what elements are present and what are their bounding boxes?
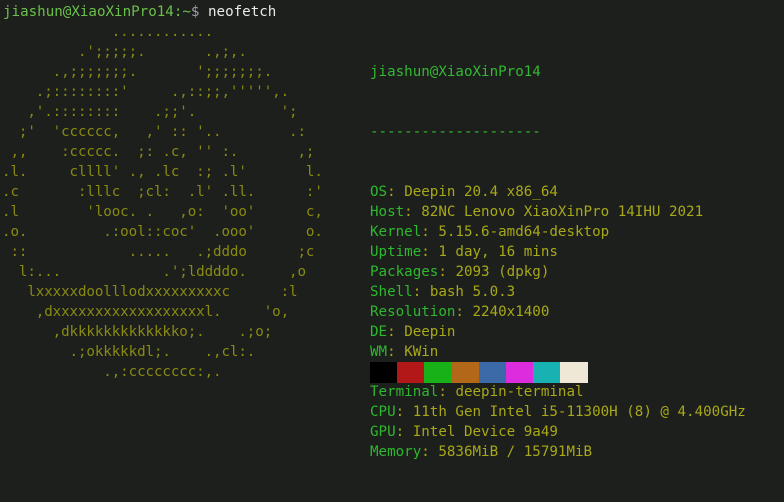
system-info: jiashun@XiaoXinPro14 -------------------… [370, 22, 746, 502]
info-value: deepin-terminal [455, 384, 584, 400]
logo-line: ............ [2, 24, 214, 40]
logo-line: .,;;;;;;;. ';;;;;;;. [2, 64, 273, 80]
info-key: CPU [370, 404, 396, 420]
info-row-resolution: Resolution: 2240x1400 [370, 302, 746, 322]
logo-line: .o. .:ool::coc' .ooo' o. [2, 224, 323, 240]
info-header: jiashun@XiaoXinPro14 [370, 64, 541, 80]
info-colon: : [387, 344, 405, 360]
info-key: Packages [370, 264, 439, 280]
info-colon: : [412, 284, 430, 300]
info-colon: : [387, 184, 405, 200]
info-value: 11th Gen Intel i5-11300H (8) @ 4.400GHz [412, 404, 746, 420]
prompt-command: neofetch [208, 4, 277, 20]
info-value: 5836MiB / 15791MiB [438, 444, 593, 460]
info-key: Terminal [370, 384, 439, 400]
terminal-window[interactable]: jiashun@XiaoXinPro14:~$ neofetch .......… [0, 0, 784, 460]
color-swatch [478, 362, 506, 383]
info-row-terminal: Terminal: deepin-terminal [370, 382, 746, 402]
color-swatch [560, 362, 588, 383]
info-colon: : [421, 444, 439, 460]
logo-line: .';;;;;. .,;,. [2, 44, 247, 60]
info-row-gpu: GPU: Intel Device 9a49 [370, 422, 746, 442]
info-row-uptime: Uptime: 1 day, 16 mins [370, 242, 746, 262]
info-value: 5.15.6-amd64-desktop [438, 224, 610, 240]
color-swatch [533, 362, 561, 383]
info-row-kernel: Kernel: 5.15.6-amd64-desktop [370, 222, 746, 242]
info-row-wm: WM: KWin [370, 342, 746, 362]
deepin-ascii-logo: ............ .';;;;;. .,;,. .,;;;;;;;. '… [2, 22, 323, 382]
logo-line: .c :lllc ;cl: .l' .ll. :' [2, 184, 323, 200]
color-swatch [424, 362, 452, 383]
info-key: Host [370, 204, 405, 220]
info-colon: : [438, 384, 456, 400]
info-colon: : [387, 324, 405, 340]
info-colon: : [421, 224, 439, 240]
logo-line: .,:cccccccc:,. [2, 364, 222, 380]
color-palette [370, 362, 588, 383]
logo-line: .l. cllll' ., .lc :; .l' l. [2, 164, 323, 180]
info-key: WM [370, 344, 388, 360]
info-row-packages: Packages: 2093 (dpkg) [370, 262, 746, 282]
logo-line: .l 'looc. . ,o: 'oo' c, [2, 204, 323, 220]
logo-line: .;::::::::' .,::;;,''''',. [2, 84, 290, 100]
color-swatch [370, 362, 398, 383]
info-row-memory: Memory: 5836MiB / 15791MiB [370, 442, 746, 462]
info-colon: : [421, 244, 439, 260]
prompt-user-host: jiashun@XiaoXinPro14:~ [3, 4, 191, 20]
info-value: 2093 (dpkg) [455, 264, 550, 280]
info-colon: : [395, 424, 413, 440]
color-swatch [505, 362, 534, 383]
info-value: 2240x1400 [472, 304, 550, 320]
info-colon: : [404, 204, 422, 220]
info-colon: : [395, 404, 413, 420]
logo-line: ;' 'cccccc, ,' :: '.. .: [2, 124, 306, 140]
info-row-de: DE: Deepin [370, 322, 746, 342]
info-separator: -------------------- [370, 124, 541, 140]
logo-line: lxxxxxdoolllodxxxxxxxxxc :l [2, 284, 298, 300]
info-key: Uptime [370, 244, 422, 260]
info-row-shell: Shell: bash 5.0.3 [370, 282, 746, 302]
info-value: KWin [404, 344, 439, 360]
prompt-symbol: $ [190, 4, 200, 20]
info-key: Kernel [370, 224, 422, 240]
info-value: 1 day, 16 mins [438, 244, 558, 260]
logo-line: :: ..... .;dddo ;c [2, 244, 315, 260]
info-value: 82NC Lenovo XiaoXinPro 14IHU 2021 [421, 204, 704, 220]
color-swatch [451, 362, 479, 383]
logo-line: ,dxxxxxxxxxxxxxxxxxxl. 'o, [2, 304, 290, 320]
info-value: Deepin 20.4 x86_64 [404, 184, 558, 200]
info-row-cpu: CPU: 11th Gen Intel i5-11300H (8) @ 4.40… [370, 402, 746, 422]
logo-line: .;okkkkkdl;. .,cl:. [2, 344, 256, 360]
info-value: Intel Device 9a49 [412, 424, 558, 440]
info-row-os: OS: Deepin 20.4 x86_64 [370, 182, 746, 202]
info-key: GPU [370, 424, 396, 440]
logo-line: ,dkkkkkkkkkkkkko;. .;o; [2, 324, 273, 340]
shell-prompt: jiashun@XiaoXinPro14:~$ neofetch [3, 2, 276, 22]
info-key: Resolution [370, 304, 456, 320]
info-value: Deepin [404, 324, 456, 340]
info-key: Memory [370, 444, 422, 460]
info-key: DE [370, 324, 388, 340]
info-key: Shell [370, 284, 413, 300]
logo-line: ,'.:::::::: .;;'. '; [2, 104, 298, 120]
info-colon: : [438, 264, 456, 280]
info-colon: : [455, 304, 473, 320]
logo-line: l:... .';lddddo. ,o [2, 264, 306, 280]
color-swatch [397, 362, 425, 383]
info-key: OS [370, 184, 388, 200]
logo-line: ,, :ccccc. ;: .c, '' :. ,; [2, 144, 315, 160]
info-row-host: Host: 82NC Lenovo XiaoXinPro 14IHU 2021 [370, 202, 746, 222]
info-value: bash 5.0.3 [429, 284, 516, 300]
